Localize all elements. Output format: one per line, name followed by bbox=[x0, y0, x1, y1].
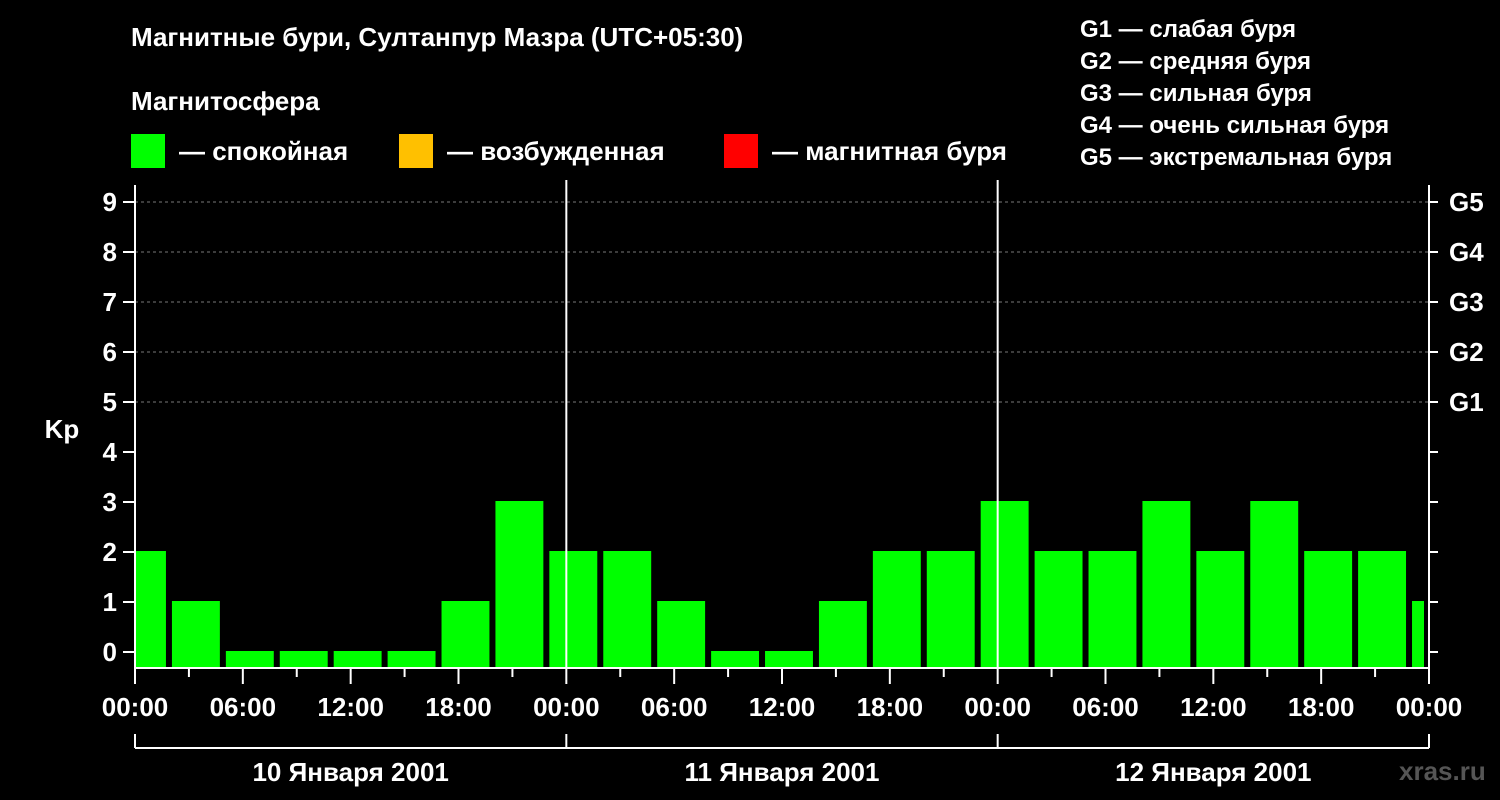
kp-bar-8 bbox=[549, 551, 598, 668]
x-tick-label-0: 00:00 bbox=[102, 692, 169, 722]
kp-bar-3 bbox=[279, 651, 328, 668]
kp-bar-17 bbox=[1034, 551, 1083, 668]
kp-bar-24 bbox=[1412, 601, 1424, 668]
day-label-0: 10 Января 2001 bbox=[252, 757, 448, 787]
kp-bar-23 bbox=[1358, 551, 1407, 668]
y-tick-label-1: 1 bbox=[103, 587, 117, 617]
kp-bar-9 bbox=[603, 551, 652, 668]
kp-bar-19 bbox=[1142, 501, 1191, 668]
y-tick-label-3: 3 bbox=[103, 487, 117, 517]
kp-bar-22 bbox=[1304, 551, 1353, 668]
x-tick-label-3: 18:00 bbox=[425, 692, 492, 722]
x-tick-label-6: 12:00 bbox=[749, 692, 816, 722]
x-tick-label-12: 00:00 bbox=[1396, 692, 1463, 722]
watermark: xras.ru bbox=[1399, 756, 1486, 786]
y-tick-label-9: 9 bbox=[103, 187, 117, 217]
y-tick-label-5: 5 bbox=[103, 387, 117, 417]
y-tick-label-0: 0 bbox=[103, 637, 117, 667]
kp-bar-2 bbox=[225, 651, 274, 668]
right-tick-label-g4: G4 bbox=[1449, 237, 1484, 267]
x-tick-label-5: 06:00 bbox=[641, 692, 708, 722]
kp-bar-20 bbox=[1196, 551, 1245, 668]
y-tick-label-7: 7 bbox=[103, 287, 117, 317]
kp-bar-1 bbox=[171, 601, 220, 668]
y-axis-title: Kp bbox=[45, 414, 80, 444]
day-label-2: 12 Января 2001 bbox=[1115, 757, 1311, 787]
x-tick-label-9: 06:00 bbox=[1072, 692, 1139, 722]
kp-bar-15 bbox=[926, 551, 975, 668]
y-tick-label-8: 8 bbox=[103, 237, 117, 267]
right-tick-label-g1: G1 bbox=[1449, 387, 1484, 417]
kp-bar-7 bbox=[495, 501, 544, 668]
day-label-1: 11 Января 2001 bbox=[685, 757, 880, 787]
kp-bar-6 bbox=[441, 601, 490, 668]
kp-bar-21 bbox=[1250, 501, 1299, 668]
kp-bar-11 bbox=[711, 651, 760, 668]
kp-bar-13 bbox=[818, 601, 867, 668]
right-tick-label-g5: G5 bbox=[1449, 187, 1484, 217]
x-tick-label-10: 12:00 bbox=[1180, 692, 1247, 722]
kp-bar-18 bbox=[1088, 551, 1137, 668]
kp-bar-0 bbox=[136, 551, 166, 668]
kp-bar-14 bbox=[872, 551, 921, 668]
x-tick-label-8: 00:00 bbox=[964, 692, 1031, 722]
kp-bar-5 bbox=[387, 651, 436, 668]
kp-bar-16 bbox=[980, 501, 1029, 668]
x-tick-label-7: 18:00 bbox=[857, 692, 924, 722]
x-tick-label-11: 18:00 bbox=[1288, 692, 1355, 722]
kp-bar-10 bbox=[657, 601, 706, 668]
x-tick-label-2: 12:00 bbox=[317, 692, 384, 722]
right-tick-label-g2: G2 bbox=[1449, 337, 1484, 367]
x-tick-label-4: 00:00 bbox=[533, 692, 600, 722]
y-tick-label-4: 4 bbox=[103, 437, 118, 467]
y-tick-label-6: 6 bbox=[103, 337, 117, 367]
kp-chart: 0 1 2 3 4 5 6 7 8 9 G1 G2 G3 G4 G5 Kp 00:00 06:00 12:00 18:… bbox=[45, 180, 1484, 787]
y-tick-label-2: 2 bbox=[103, 537, 117, 567]
right-tick-label-g3: G3 bbox=[1449, 287, 1484, 317]
kp-bar-12 bbox=[765, 651, 813, 668]
kp-bar-4 bbox=[333, 651, 382, 668]
x-tick-label-1: 06:00 bbox=[210, 692, 277, 722]
